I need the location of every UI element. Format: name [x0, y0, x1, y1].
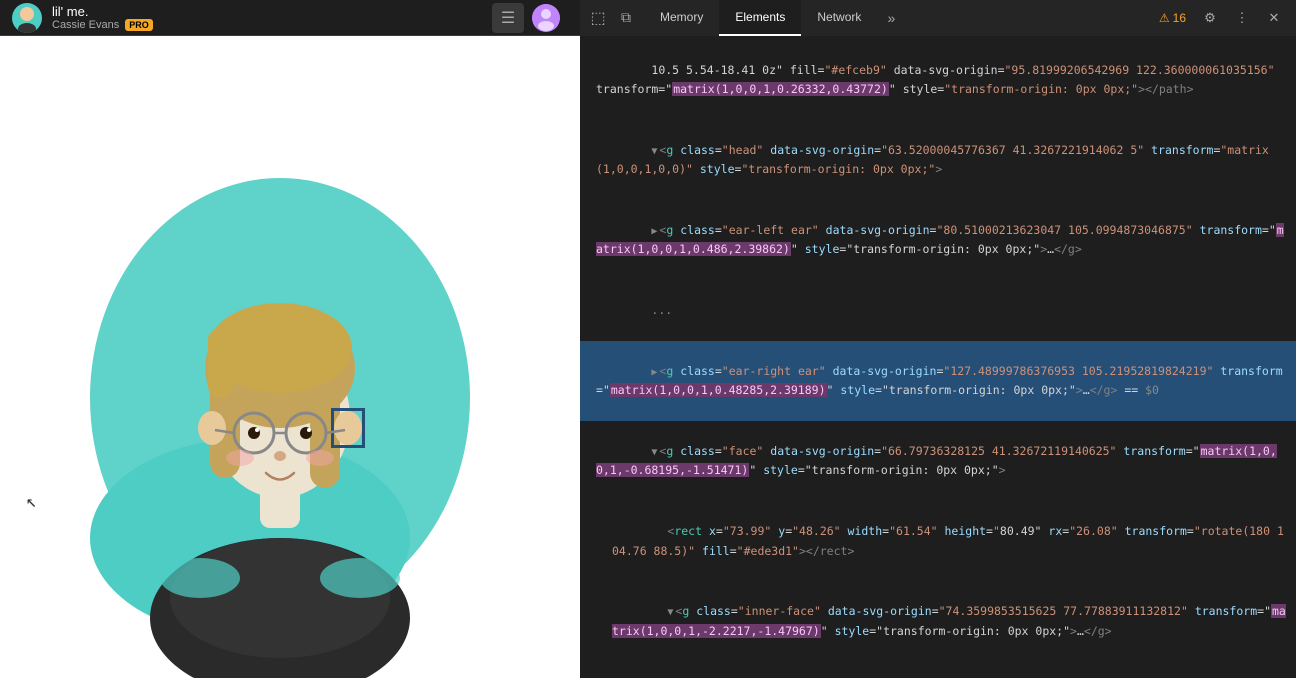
tab-network-label: Network — [817, 10, 861, 24]
devtools-right-icons: ⚠ 16 ⚙ ⋮ ✕ — [1153, 4, 1292, 32]
close-devtools-button[interactable]: ✕ — [1260, 4, 1288, 32]
app-title: lil' me. — [52, 4, 153, 19]
code-line[interactable]: <g class="head" data-svg-origin="63.5200… — [580, 120, 1296, 200]
app-author: Cassie Evans — [52, 19, 119, 31]
select-element-button[interactable]: ⬚ — [584, 4, 612, 32]
top-bar: lil' me. Cassie Evans PRO ☰ ⬚ ⧉ Memory — [0, 0, 1296, 36]
toolbar-icons: ☰ — [492, 3, 568, 33]
more-options-button[interactable]: ⋮ — [1228, 4, 1256, 32]
tab-memory-label: Memory — [660, 10, 703, 24]
tab-elements[interactable]: Elements — [719, 0, 801, 36]
settings-button[interactable]: ⚙ — [1196, 4, 1224, 32]
triangle-icon[interactable] — [651, 444, 657, 461]
code-text: 10.5 5.54-18.41 0z" fill= — [651, 63, 824, 77]
menu-toggle-button[interactable]: ☰ — [492, 3, 524, 33]
pro-badge: PRO — [125, 19, 153, 31]
tab-network[interactable]: Network — [801, 0, 877, 36]
warning-badge: ⚠ 16 — [1153, 11, 1192, 25]
triangle-icon[interactable] — [651, 364, 657, 381]
triangle-icon[interactable] — [651, 223, 657, 240]
attr-value: "#efceb9" — [824, 63, 886, 77]
main-area: ↖ 10.5 5.54-18.41 0z" fill="#efceb9" dat… — [0, 36, 1296, 678]
code-line[interactable]: <path class="hair-front" d="M116.77,52.8… — [580, 662, 1296, 678]
device-toolbar-button[interactable]: ⧉ — [612, 4, 640, 32]
triangle-icon[interactable] — [651, 143, 657, 160]
triangle-icon[interactable] — [667, 604, 673, 621]
ellipsis: ... — [651, 303, 672, 317]
more-tabs-button[interactable]: » — [877, 4, 905, 32]
code-line-ellipsis[interactable]: ... — [580, 281, 1296, 342]
tab-elements-label: Elements — [735, 10, 785, 24]
code-line[interactable]: <g class="face" data-svg-origin="66.7973… — [580, 421, 1296, 501]
app-info: lil' me. Cassie Evans PRO ☰ — [0, 3, 580, 33]
code-line[interactable]: <g class="ear-left ear" data-svg-origin=… — [580, 200, 1296, 280]
app-panel: ↖ — [0, 36, 580, 678]
app-title-group: lil' me. Cassie Evans PRO — [52, 4, 153, 31]
devtools-content[interactable]: 10.5 5.54-18.41 0z" fill="#efceb9" data-… — [580, 36, 1296, 678]
profile-avatar[interactable] — [532, 4, 560, 32]
app-avatar — [12, 3, 42, 33]
app-subtitle: Cassie Evans PRO — [52, 19, 153, 31]
code-line[interactable]: <g class="inner-face" data-svg-origin="7… — [580, 582, 1296, 662]
mouse-cursor: ↖ — [26, 491, 37, 512]
warning-icon: ⚠ — [1159, 11, 1170, 25]
warning-count: 16 — [1173, 11, 1186, 25]
code-line[interactable]: 10.5 5.54-18.41 0z" fill="#efceb9" data-… — [580, 40, 1296, 120]
code-line[interactable]: <rect x="73.99" y="48.26" width="61.54" … — [580, 502, 1296, 582]
tab-memory[interactable]: Memory — [644, 0, 719, 36]
devtools-tab-bar: ⬚ ⧉ Memory Elements Network » ⚠ 16 ⚙ ⋮ ✕ — [580, 0, 1296, 36]
code-line-selected[interactable]: <g class="ear-right ear" data-svg-origin… — [580, 341, 1296, 421]
devtools-panel: 10.5 5.54-18.41 0z" fill="#efceb9" data-… — [580, 36, 1296, 678]
